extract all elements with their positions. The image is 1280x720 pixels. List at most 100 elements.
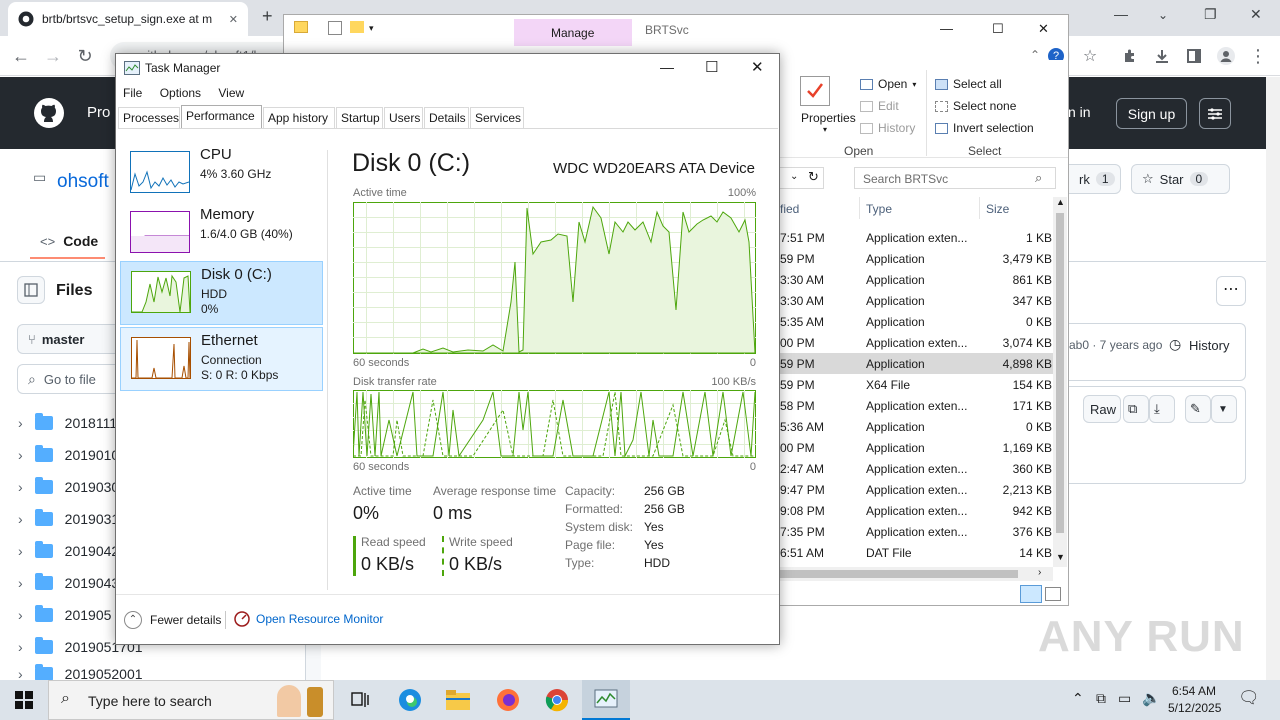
column-header-type[interactable]: Type: [866, 202, 892, 216]
folder-row[interactable]: › 201905: [18, 599, 111, 631]
tab-performance[interactable]: Performance: [181, 105, 262, 128]
browser-dropdown-icon[interactable]: ⌄: [1158, 8, 1168, 22]
file-row[interactable]: 6:51 AM DAT File 14 KB: [780, 542, 1053, 563]
file-row[interactable]: 00 PM Application exten... 3,074 KB: [780, 332, 1053, 353]
edge-app[interactable]: [386, 680, 434, 720]
properties-button[interactable]: Properties: [801, 111, 856, 125]
show-hidden-icons-chevron[interactable]: ⌃: [1072, 690, 1084, 707]
fork-button[interactable]: rk 1: [1069, 164, 1121, 194]
task-manager-app[interactable]: [582, 680, 630, 720]
tab-processes[interactable]: Processes: [118, 107, 180, 128]
edit-pencil-icon[interactable]: ✎: [1185, 395, 1211, 423]
sidebar-item-disk[interactable]: Disk 0 (C:) HDD 0%: [120, 261, 323, 325]
explorer-search-input[interactable]: Search BRTSvc ⌕: [854, 167, 1056, 189]
task-view-button[interactable]: [336, 680, 384, 720]
select-none-button[interactable]: Select none: [935, 99, 1016, 113]
folder-row[interactable]: › 2019030: [18, 471, 119, 503]
collapse-files-button[interactable]: [17, 276, 45, 304]
file-row[interactable]: 59 PM Application 3,479 KB: [780, 248, 1053, 269]
file-row[interactable]: 5:35 AM Application 0 KB: [780, 311, 1053, 332]
file-row[interactable]: 9:47 PM Application exten... 2,213 KB: [780, 479, 1053, 500]
folder-row[interactable]: › 2019043: [18, 567, 119, 599]
downloads-icon[interactable]: [1147, 41, 1177, 71]
scroll-right-icon[interactable]: ›: [1038, 567, 1041, 578]
network-status-icon[interactable]: ⧉: [1096, 690, 1106, 707]
address-dropdown-icon[interactable]: ⌄: [790, 171, 798, 182]
tab-services[interactable]: Services: [470, 107, 524, 128]
tab-app-history[interactable]: App history: [263, 107, 335, 128]
scroll-up-icon[interactable]: ▲: [1056, 197, 1065, 207]
new-tab-button[interactable]: +: [262, 6, 273, 27]
folder-row[interactable]: › 2019010: [18, 439, 119, 471]
start-button[interactable]: [0, 680, 48, 720]
scroll-thumb[interactable]: [1056, 213, 1064, 533]
code-tab[interactable]: <> Code: [30, 225, 105, 259]
firefox-app[interactable]: [484, 680, 532, 720]
file-row[interactable]: 00 PM Application 1,169 KB: [780, 437, 1053, 458]
tm-close-button[interactable]: ✕: [751, 58, 764, 76]
bookmark-star-icon[interactable]: ☆: [1075, 41, 1105, 71]
edit-dropdown-icon[interactable]: ▼: [1211, 395, 1237, 423]
new-folder-qa-icon[interactable]: [350, 21, 364, 33]
profile-avatar-icon[interactable]: [1211, 41, 1241, 71]
column-header-modified[interactable]: fied: [780, 202, 799, 216]
explorer-vertical-scrollbar[interactable]: ▲ ▼: [1053, 197, 1067, 567]
file-row[interactable]: 5:36 AM Application 0 KB: [780, 416, 1053, 437]
github-logo-icon[interactable]: [34, 98, 64, 128]
refresh-icon[interactable]: ↻: [808, 169, 819, 185]
file-row[interactable]: 7:35 PM Application exten... 376 KB: [780, 521, 1053, 542]
extensions-icon[interactable]: [1115, 41, 1145, 71]
history-link[interactable]: History: [1189, 338, 1229, 353]
explorer-horizontal-scrollbar[interactable]: ›: [780, 567, 1053, 581]
open-button[interactable]: Open ▾: [860, 77, 916, 91]
chrome-app[interactable]: [533, 680, 581, 720]
browser-menu-icon[interactable]: ⋮: [1243, 41, 1273, 71]
browser-tab[interactable]: brtb/brtsvc_setup_sign.exe at m ✕: [8, 2, 248, 36]
forward-arrow-icon[interactable]: →: [38, 41, 68, 71]
menu-view[interactable]: View: [218, 86, 244, 100]
manage-tab[interactable]: Manage: [514, 19, 632, 46]
nav-product-link[interactable]: Pro: [87, 104, 110, 121]
explorer-address-tail[interactable]: ⌄ ↻: [780, 167, 824, 189]
display-icon[interactable]: ▭: [1118, 690, 1131, 707]
invert-selection-button[interactable]: Invert selection: [935, 121, 1034, 135]
menu-toggle-button[interactable]: [1199, 98, 1231, 129]
tab-startup[interactable]: Startup: [336, 107, 383, 128]
file-explorer-app[interactable]: [434, 680, 482, 720]
edit-button[interactable]: Edit: [860, 99, 899, 113]
folder-row[interactable]: › 2019031: [18, 503, 119, 535]
properties-dropdown-icon[interactable]: ▾: [823, 125, 827, 134]
browser-restore-button[interactable]: ❐: [1204, 6, 1217, 23]
browser-minimize-button[interactable]: —: [1114, 6, 1128, 22]
tab-details[interactable]: Details: [424, 107, 469, 128]
sidebar-item-ethernet[interactable]: Ethernet Connection S: 0 R: 0 Kbps: [120, 327, 323, 391]
tm-maximize-button[interactable]: ☐: [705, 58, 718, 76]
tab-users[interactable]: Users: [384, 107, 423, 128]
column-header-size[interactable]: Size: [986, 202, 1009, 216]
file-row[interactable]: 3:30 AM Application 861 KB: [780, 269, 1053, 290]
file-row[interactable]: 59 PM X64 File 154 KB: [780, 374, 1053, 395]
reload-icon[interactable]: ↻: [70, 41, 100, 71]
clock-time[interactable]: 6:54 AM: [1172, 684, 1216, 698]
menu-options[interactable]: Options: [160, 86, 201, 100]
notifications-icon[interactable]: 🗨: [1238, 688, 1260, 708]
menu-file[interactable]: File: [123, 86, 142, 100]
sign-up-button[interactable]: Sign up: [1116, 98, 1187, 129]
sidebar-item-cpu[interactable]: CPU 4% 3.60 GHz: [120, 142, 323, 206]
h-scroll-thumb[interactable]: [780, 570, 1018, 578]
file-row[interactable]: 2:47 AM Application exten... 360 KB: [780, 458, 1053, 479]
browser-close-button[interactable]: ✕: [1250, 6, 1262, 23]
clock-date[interactable]: 5/12/2025: [1168, 701, 1221, 715]
more-options-button[interactable]: ⋯: [1216, 276, 1246, 306]
folder-row[interactable]: › 2019042: [18, 535, 119, 567]
folder-row[interactable]: › 2018111: [18, 407, 117, 439]
details-view-icon[interactable]: [1020, 585, 1042, 603]
open-resource-monitor-link[interactable]: Open Resource Monitor: [234, 611, 383, 627]
explorer-close-button[interactable]: ✕: [1038, 21, 1049, 37]
sidebar-item-memory[interactable]: Memory 1.6/4.0 GB (40%): [120, 202, 323, 266]
raw-button[interactable]: Raw: [1083, 395, 1121, 423]
explorer-minimize-button[interactable]: —: [940, 21, 953, 36]
browser-scrollbar[interactable]: [1266, 77, 1280, 686]
sign-in-link[interactable]: n in: [1068, 104, 1091, 120]
file-row[interactable]: 7:51 PM Application exten... 1 KB: [780, 227, 1053, 248]
